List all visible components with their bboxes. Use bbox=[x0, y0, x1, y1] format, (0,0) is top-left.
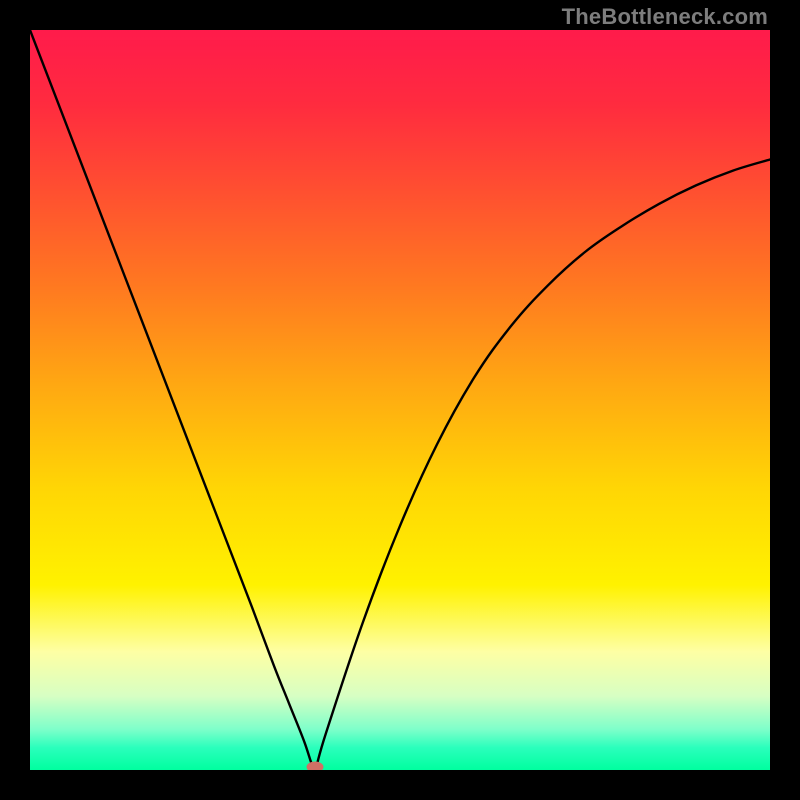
bottleneck-curve bbox=[30, 30, 770, 770]
minimum-marker bbox=[306, 762, 323, 771]
watermark-text: TheBottleneck.com bbox=[562, 4, 768, 30]
chart-frame: TheBottleneck.com bbox=[0, 0, 800, 800]
plot-area bbox=[30, 30, 770, 770]
